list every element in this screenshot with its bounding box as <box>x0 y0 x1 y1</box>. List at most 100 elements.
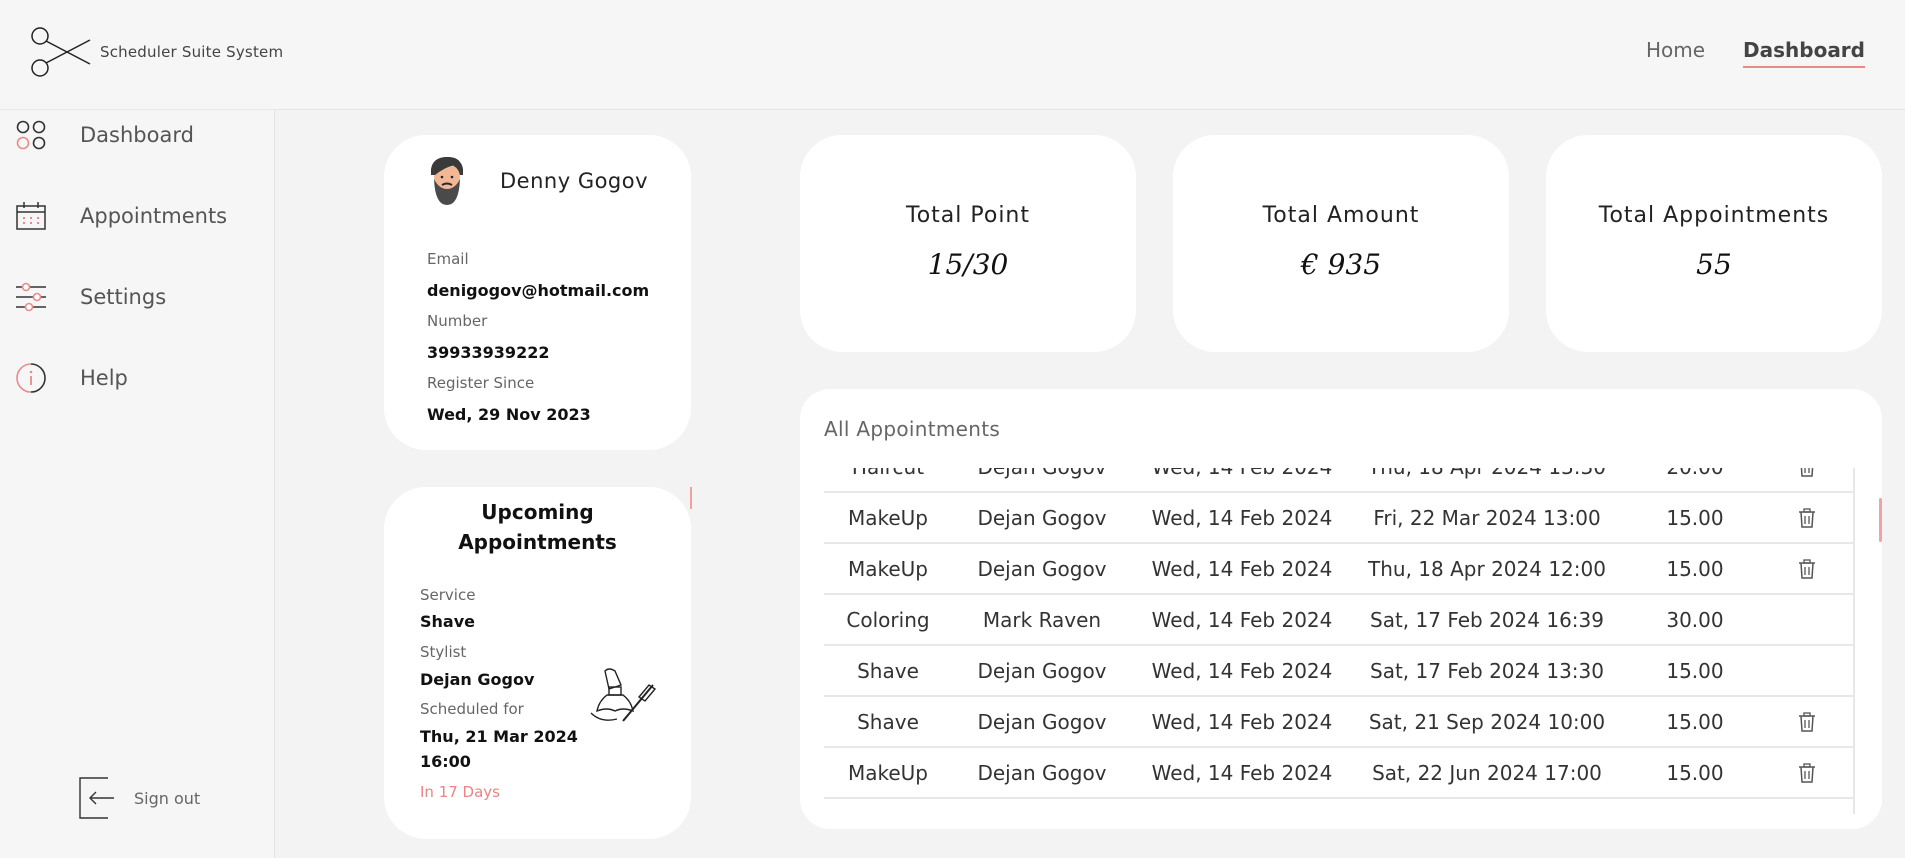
stylist-value: Dejan Gogov <box>420 670 535 689</box>
accent-marker <box>690 487 692 509</box>
price-cell: 15.00 <box>1666 556 1724 581</box>
delete-appointment-button[interactable] <box>1792 762 1822 783</box>
stylist-cell: Dejan Gogov <box>977 760 1107 785</box>
sidebar-item-label: Help <box>80 366 128 390</box>
stylist-cell: Dejan Gogov <box>952 812 1132 815</box>
scissors-icon <box>31 27 91 77</box>
service-cell: Coloring <box>846 607 930 632</box>
top-nav: Home Dashboard <box>1646 38 1865 68</box>
scheduled-date-cell: Sat, 21 Sep 2024 10:00 <box>1368 709 1606 734</box>
stat-value: 15/30 <box>927 248 1009 281</box>
stylist-cell: Dejan Gogov <box>977 556 1107 581</box>
register-label: Register Since <box>427 374 535 392</box>
sidebar-item-help[interactable]: Help <box>14 361 128 395</box>
calendar-icon <box>14 199 48 233</box>
table-row: MakeUp Dejan Gogov Wed, 14 Feb 2024 Sat, 22… <box>824 748 1854 799</box>
shaving-brush-razor-icon <box>590 668 657 722</box>
stylist-cell: Dejan Gogov <box>952 468 1132 479</box>
nav-dashboard-link[interactable]: Dashboard <box>1743 38 1865 68</box>
created-date-cell: Wed, 14 Feb 2024 <box>1151 556 1333 581</box>
delete-appointment-button[interactable] <box>1792 558 1822 579</box>
sign-out-icon <box>79 777 114 819</box>
table-row: Coloring Mark Raven Wed, 14 Feb 2024 Sat, 1… <box>824 595 1854 646</box>
upcoming-appointment-card: Upcoming Appointments Service Shave Styl… <box>384 487 691 839</box>
profile-card: Denny Gogov Email denigogov@hotmail.com … <box>384 135 691 450</box>
sidebar-item-label: Appointments <box>80 204 228 228</box>
trash-icon <box>1799 558 1815 579</box>
stylist-cell: Dejan Gogov <box>977 658 1107 683</box>
scheduled-date-cell: Sat, 22 Jun 2024 17:00 <box>1372 760 1602 785</box>
upcoming-title: Upcoming Appointments <box>384 497 691 557</box>
service-cell: Shave <box>824 812 952 815</box>
trash-icon <box>1799 507 1815 528</box>
delete-appointment-button[interactable] <box>1792 813 1822 814</box>
stylist-cell: Dejan Gogov <box>977 505 1107 530</box>
trash-icon <box>1799 762 1815 783</box>
upcoming-title-line2: Appointments <box>458 530 617 554</box>
scheduled-date-cell: Sat, 17 Feb 2024 16:39 <box>1370 607 1604 632</box>
service-cell: MakeUp <box>847 760 929 785</box>
created-date-cell: Wed, 14 Feb 2024 <box>1151 709 1333 734</box>
delete-appointment-button[interactable] <box>1792 468 1822 477</box>
dashboard-grid-icon <box>14 118 48 152</box>
upcoming-title-line1: Upcoming <box>481 500 594 524</box>
sidebar-item-settings[interactable]: Settings <box>14 280 166 314</box>
appointments-table: HaircutDejan GogovWed, 14 Feb 2024Thu, 1… <box>824 468 1854 814</box>
price-cell: 20.00 <box>1650 468 1740 479</box>
brand-name: Scheduler Suite System <box>100 43 284 61</box>
price-cell: 15.00 <box>1666 658 1724 683</box>
nav-home-link[interactable]: Home <box>1646 38 1705 68</box>
created-date-cell: Wed, 14 Feb 2024 <box>1132 468 1352 479</box>
created-date-cell: Wed, 14 Feb 2024 <box>1151 760 1333 785</box>
delete-appointment-button[interactable] <box>1792 711 1822 732</box>
number-label: Number <box>427 312 488 330</box>
number-value: 39933939222 <box>427 343 550 362</box>
service-cell: Shave <box>857 658 919 683</box>
service-cell: Haircut <box>824 468 952 479</box>
sidebar-item-dashboard[interactable]: Dashboard <box>14 118 194 152</box>
trash-icon <box>1800 468 1814 477</box>
scheduled-label: Scheduled for <box>420 700 524 718</box>
scheduled-date-cell: Sat, 17 Feb 2024 13:30 <box>1370 658 1604 683</box>
sidebar-item-label: Settings <box>80 285 167 309</box>
stylist-cell: Mark Raven <box>982 607 1102 632</box>
created-date-cell: Wed, 14 Feb 2024 <box>1132 812 1352 815</box>
service-cell: MakeUp <box>847 556 929 581</box>
email-value: denigogov@hotmail.com <box>427 281 650 300</box>
stat-card-total-amount: Total Amount € 935 <box>1173 135 1509 352</box>
appointments-table-scroll[interactable]: HaircutDejan GogovWed, 14 Feb 2024Thu, 1… <box>824 468 1854 814</box>
table-row: MakeUp Dejan Gogov Wed, 14 Feb 2024 Fri, 22… <box>824 493 1854 544</box>
service-cell: Shave <box>857 709 919 734</box>
register-value: Wed, 29 Nov 2023 <box>427 405 591 424</box>
sign-out-button[interactable]: Sign out <box>78 776 200 820</box>
scrollbar-thumb[interactable] <box>1879 498 1882 542</box>
sliders-icon <box>14 280 48 314</box>
sidebar: Dashboard Appointments Settings Help Sig… <box>0 110 275 858</box>
table-row: Shave Dejan Gogov Wed, 14 Feb 2024 Sat, 21 … <box>824 697 1854 748</box>
sign-out-label: Sign out <box>134 788 201 808</box>
stat-value: 55 <box>1696 248 1732 281</box>
created-date-cell: Wed, 14 Feb 2024 <box>1151 505 1333 530</box>
all-appointments-title: All Appointments <box>824 417 1001 441</box>
price-cell: 15.00 <box>1666 505 1724 530</box>
table-edge <box>1853 468 1855 814</box>
top-header: Scheduler Suite System Home Dashboard <box>0 0 1905 110</box>
scheduled-date-cell: Thu, 18 Apr 2024 13:30 <box>1352 468 1622 479</box>
stat-title: Total Amount <box>1262 203 1420 228</box>
price-cell: 30.00 <box>1666 607 1724 632</box>
scheduled-date-cell: Fri, 22 Mar 2024 13:00 <box>1373 505 1601 530</box>
delete-appointment-button[interactable] <box>1792 507 1822 528</box>
trash-icon <box>1799 711 1815 732</box>
table-row: Shave Dejan Gogov Wed, 14 Feb 2024 Sat, 17 … <box>824 646 1854 697</box>
logo[interactable]: Scheduler Suite System <box>30 24 283 80</box>
sidebar-item-appointments[interactable]: Appointments <box>14 199 227 233</box>
stat-value: € 935 <box>1300 248 1382 281</box>
scheduled-date: Thu, 21 Mar 2024 <box>420 727 578 746</box>
stat-title: Total Appointments <box>1598 203 1830 228</box>
sidebar-item-label: Dashboard <box>80 123 194 147</box>
table-row: ShaveDejan GogovWed, 14 Feb 2024Tue, 26 … <box>824 799 1854 814</box>
all-appointments-panel: All Appointments HaircutDejan GogovWed, … <box>800 389 1882 829</box>
countdown-text: In 17 Days <box>420 783 500 801</box>
stat-title: Total Point <box>906 203 1030 228</box>
service-value: Shave <box>420 612 475 631</box>
